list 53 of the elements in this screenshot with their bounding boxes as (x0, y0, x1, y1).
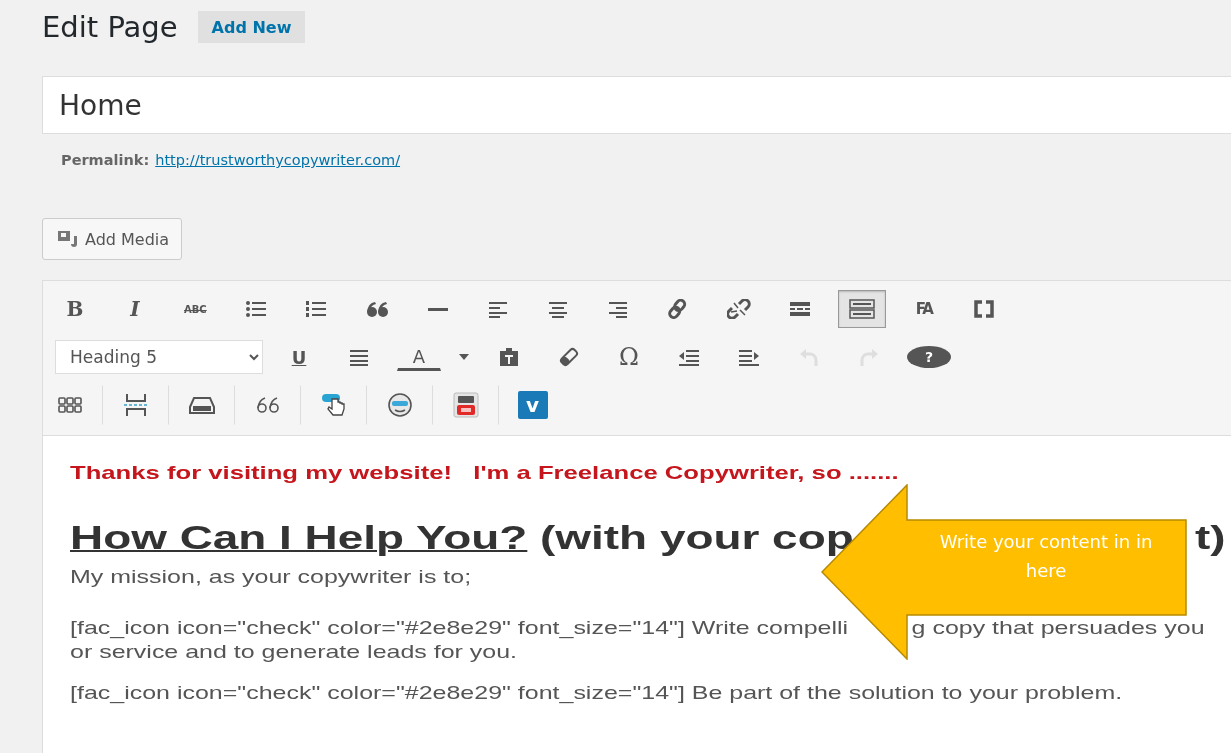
bold-button[interactable]: B (53, 290, 97, 328)
numbers-icon (304, 300, 327, 318)
italic-button[interactable]: I (113, 290, 157, 328)
smiley-icon (387, 393, 413, 417)
align-right-icon (606, 300, 629, 318)
brackets-icon (973, 300, 994, 318)
page-title: Edit Page (42, 10, 178, 44)
strike-button[interactable]: ABC (173, 290, 218, 328)
paragraph-text: [fac_icon icon="check" color="#2e8e29" font_size="14"] Be part of the solution to your problem. (70, 681, 1123, 705)
text-color-button[interactable]: A (397, 343, 441, 371)
heading-text: t) (1195, 518, 1226, 557)
quote-icon (364, 300, 389, 318)
fa-button[interactable]: FA (901, 290, 946, 328)
vimeo-button[interactable]: v (499, 385, 565, 425)
bullets-icon (244, 300, 267, 318)
unlink-icon (726, 299, 751, 319)
paragraph-text: or service and to generate leads for you. (70, 640, 518, 664)
permalink-link[interactable]: http://trustworthycopywriter.com/ (155, 152, 401, 168)
callout-text: Write your content in in here (938, 530, 1154, 583)
video-icon (453, 392, 479, 418)
toggle-icon (848, 299, 875, 319)
underline-button[interactable]: U (277, 338, 321, 376)
link-icon (666, 299, 689, 319)
title-field[interactable]: Home (42, 76, 1231, 134)
paragraph-text: My mission, as your copywriter is to; (70, 565, 472, 589)
outdent-icon (678, 348, 700, 366)
eraser-icon (558, 347, 580, 367)
align-center-icon (546, 300, 569, 318)
omega-button[interactable]: Ω (607, 338, 651, 376)
more-icon (788, 300, 811, 318)
add-media-button[interactable]: Add Media (42, 218, 183, 260)
paste-text-icon (498, 347, 520, 367)
caret-icon (459, 353, 469, 361)
grid-icon (58, 396, 82, 414)
add-new-button[interactable]: Add New (197, 11, 306, 43)
page-break-icon (123, 393, 149, 417)
paragraph-text: g copy that persuades you (911, 616, 1205, 640)
toggle-button[interactable] (837, 290, 886, 328)
intro-text: Thanks for visiting my website! I'm a Freelance Copywriter, so ....... (70, 462, 899, 484)
heading-link[interactable]: How Can I Help You? (70, 518, 528, 557)
pointer-icon (320, 393, 348, 417)
heading-text: (with your cop (539, 518, 854, 557)
format-select[interactable]: Heading 5 (55, 340, 263, 374)
hr-icon (427, 307, 448, 311)
justify-icon (348, 348, 370, 366)
paragraph-text: [fac_icon icon="check" color="#2e8e29" font_size="14"] Write compelli (70, 616, 849, 640)
permalink-label: Permalink: (61, 152, 150, 168)
help-button[interactable]: ? (907, 346, 951, 368)
inbox-icon (189, 396, 215, 414)
media-icon (57, 230, 79, 248)
align-left-icon (486, 300, 509, 318)
indent-icon (738, 348, 760, 366)
quote66-icon (255, 396, 281, 414)
